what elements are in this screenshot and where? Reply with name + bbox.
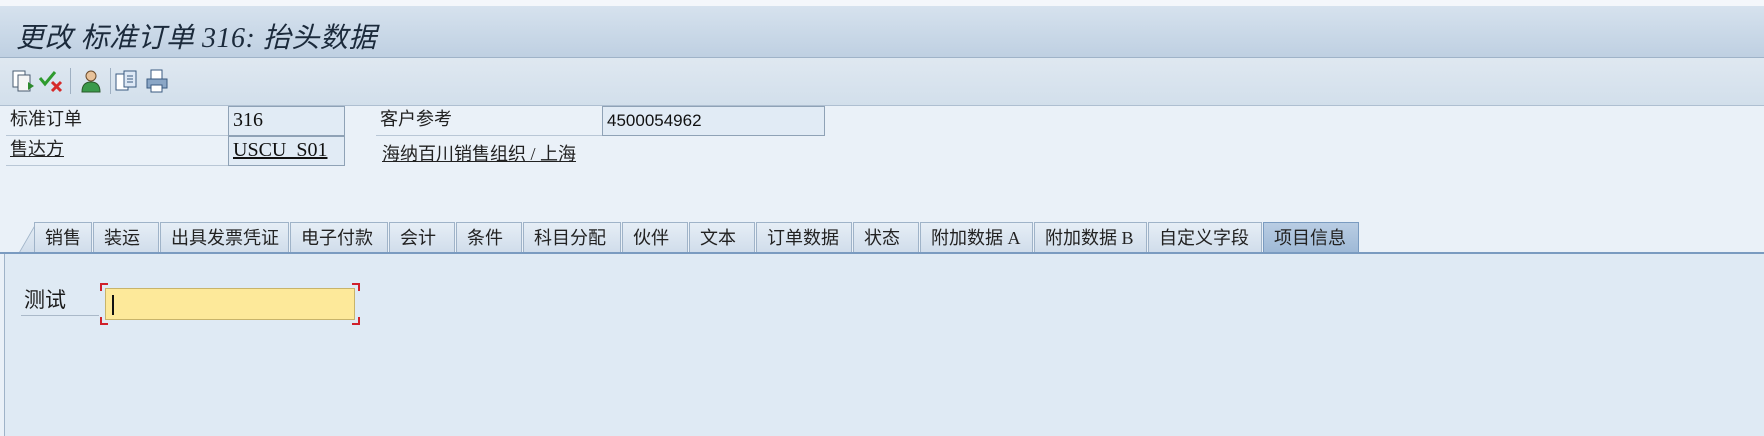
tab-payment-cards[interactable]: 电子付款 — [290, 222, 388, 254]
tab-sales[interactable]: 销售 — [34, 222, 92, 254]
tab-order-data[interactable]: 订单数据 — [756, 222, 852, 254]
toolbar-separator — [70, 68, 71, 94]
tab-account-assignment[interactable]: 科目分配 — [523, 222, 621, 254]
focus-corner-top-right — [352, 283, 360, 291]
focus-corner-top-left — [100, 283, 108, 291]
print-icon[interactable] — [144, 68, 170, 94]
tab-partners[interactable]: 伙伴 — [622, 222, 688, 254]
check-cancel-icon[interactable] — [38, 68, 64, 94]
title-bar: 更改 标准订单 316: 抬头数据 — [0, 6, 1764, 58]
customer-reference-field[interactable]: 4500054962 — [602, 106, 825, 136]
tab-accounting[interactable]: 会计 — [389, 222, 455, 254]
tab-status[interactable]: 状态 — [853, 222, 919, 254]
person-icon[interactable] — [78, 68, 104, 94]
tab-additional-data-b[interactable]: 附加数据 B — [1034, 222, 1147, 254]
order-number-field[interactable]: 316 — [228, 106, 345, 136]
document-overview-icon[interactable] — [114, 68, 140, 94]
sold-to-party-label[interactable]: 售达方 — [6, 136, 228, 166]
tab-content-panel: 测试 — [4, 254, 1764, 436]
test-input[interactable] — [105, 288, 355, 320]
order-header: 标准订单 316 客户参考 4500054962 售达方 USCU_S01 海纳… — [0, 106, 1764, 226]
tab-conditions[interactable]: 条件 — [456, 222, 522, 254]
tab-texts[interactable]: 文本 — [689, 222, 755, 254]
order-type-label: 标准订单 — [6, 106, 228, 136]
tab-custom-fields[interactable]: 自定义字段 — [1148, 222, 1262, 254]
tab-billing-document[interactable]: 出具发票凭证 — [160, 222, 289, 254]
sold-to-party-value: USCU_S01 — [233, 139, 328, 161]
focus-corner-bottom-right — [352, 317, 360, 325]
document-display-icon[interactable] — [10, 68, 36, 94]
application-toolbar — [0, 58, 1764, 106]
sold-to-party-field[interactable]: USCU_S01 — [228, 136, 345, 166]
toolbar-separator — [110, 68, 111, 94]
page-title: 更改 标准订单 316: 抬头数据 — [16, 23, 377, 54]
tab-strip: 销售 装运 出具发票凭证 电子付款 会计 条件 科目分配 伙伴 文本 订单数据 … — [0, 220, 1764, 254]
text-cursor — [112, 295, 114, 315]
tab-shipping[interactable]: 装运 — [93, 222, 159, 254]
sold-to-party-name[interactable]: 海纳百川销售组织 / 上海 — [382, 140, 576, 166]
tab-project-info[interactable]: 项目信息 — [1263, 222, 1359, 254]
test-field-label: 测试 — [21, 286, 99, 316]
focus-corner-bottom-left — [100, 317, 108, 325]
tab-additional-data-a[interactable]: 附加数据 A — [920, 222, 1033, 254]
customer-reference-label: 客户参考 — [376, 106, 602, 136]
